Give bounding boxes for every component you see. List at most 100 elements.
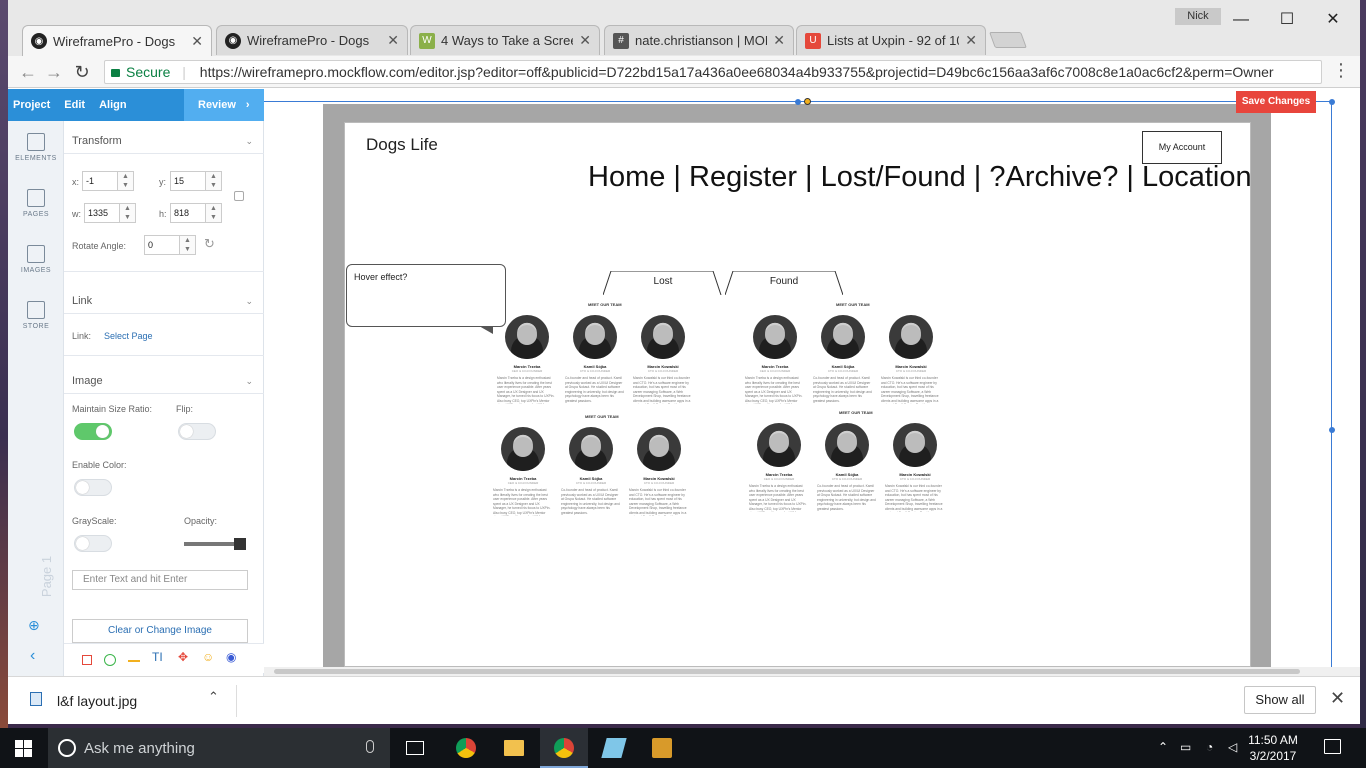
taskbar-chrome[interactable] [442,728,490,768]
y-stepper[interactable]: ▲ ▼ [206,171,222,191]
team-member[interactable]: Marcin Kowalski CTO & CO-FOUNDER Marcin Ko… [629,427,689,516]
move-icon[interactable]: ✥ [178,650,188,664]
flip-toggle[interactable] [178,423,216,440]
team-member[interactable]: Marcin Kowalski CTO & CO-FOUNDER Marcin Ko… [885,423,945,512]
team-member[interactable]: Kamil Sójka CTO & CO-FOUNDER Co-founder an… [813,315,873,404]
close-window-icon[interactable]: ✕ [1310,6,1356,34]
resize-handle[interactable] [1329,427,1335,433]
menu-edit[interactable]: Edit [64,99,85,111]
taskbar-snagit[interactable] [638,728,686,768]
close-tab-icon[interactable]: ✕ [965,32,977,49]
my-account-button[interactable]: My Account [1142,131,1222,164]
resize-handle[interactable] [795,99,801,105]
team-member[interactable]: Marcin Trzeba CEO & CO-FOUNDER Marcin Trze… [749,423,809,512]
team-member[interactable]: Marcin Trzeba CEO & CO-FOUNDER Marcin Trze… [497,315,557,404]
battery-icon[interactable]: ▭ [1180,740,1191,754]
maintain-ratio-toggle[interactable] [74,423,112,440]
opacity-slider-handle[interactable] [234,538,246,550]
wifi-icon[interactable]: ◔ [1206,740,1213,754]
action-center-icon[interactable] [1324,739,1341,754]
chrome-menu-icon[interactable]: ⋮ [1332,60,1350,81]
grayscale-toggle[interactable] [74,535,112,552]
browser-tab-2[interactable]: ◉ WireframePro - Dogs ✕ [216,25,408,55]
y-input[interactable]: 15 [170,171,206,191]
menu-project[interactable]: Project [13,99,50,111]
zoom-icon[interactable]: ⊕ [28,617,40,634]
site-title[interactable]: Dogs Life [366,135,438,155]
lock-ratio-icon[interactable] [234,191,244,201]
taskbar-file-explorer[interactable] [490,728,538,768]
profile-badge[interactable]: Nick [1175,8,1221,25]
minimize-icon[interactable]: — [1218,6,1264,34]
close-tab-icon[interactable]: ✕ [191,33,203,50]
sidebar-item-elements[interactable]: ELEMENTS [8,133,64,162]
taskbar-app[interactable] [590,728,638,768]
team-member[interactable]: Kamil Sójka CTO & CO-FOUNDER Co-founder an… [565,315,625,404]
cortana-search[interactable]: Ask me anything [48,728,390,768]
select-page-link[interactable]: Select Page [104,331,153,341]
site-nav[interactable]: Home | Register | Lost/Found | ?Archive?… [588,161,1252,194]
volume-icon[interactable]: ◁ [1228,740,1237,754]
rotate-handle[interactable] [804,98,811,105]
sidebar-item-images[interactable]: IMAGES [8,245,64,274]
show-all-button[interactable]: Show all [1244,686,1316,714]
close-tab-icon[interactable]: ✕ [773,32,785,49]
maximize-icon[interactable]: ☐ [1264,6,1310,34]
save-changes-button[interactable]: Save Changes [1236,91,1316,113]
horizontal-scrollbar[interactable] [264,667,1360,676]
found-tab[interactable]: Found [725,271,843,295]
width-input[interactable]: 1335 [84,203,120,223]
close-shelf-icon[interactable]: ✕ [1330,688,1345,709]
chevron-down-icon[interactable]: ⌄ [245,136,253,147]
chevron-down-icon[interactable]: ⌄ [245,376,253,387]
height-input[interactable]: 818 [170,203,206,223]
system-clock[interactable]: 11:50 AM 3/2/2017 [1240,732,1306,764]
chevron-up-tray-icon[interactable]: ⌃ [1158,740,1168,754]
clear-change-image-button[interactable]: Clear or Change Image [72,619,248,643]
browser-tab-3[interactable]: W 4 Ways to Take a Screens ✕ [410,25,600,55]
rotate-reset-icon[interactable]: ↻ [204,236,215,252]
task-view-button[interactable] [392,728,440,768]
menu-align[interactable]: Align [99,99,127,111]
chevron-down-icon[interactable]: ⌄ [245,296,253,307]
browser-tab-1[interactable]: ◉ WireframePro - Dogs ✕ [22,25,212,56]
chevron-up-icon[interactable]: ⌃ [208,689,219,705]
close-tab-icon[interactable]: ✕ [387,32,399,49]
height-stepper[interactable]: ▲ ▼ [206,203,222,223]
new-tab-button[interactable] [989,32,1027,48]
emoji-icon[interactable]: ☺ [202,650,214,664]
circle-icon[interactable] [104,654,116,666]
hover-callout[interactable]: Hover effect? [346,264,506,327]
lost-tab[interactable]: Lost [603,271,723,295]
close-tab-icon[interactable]: ✕ [579,32,591,49]
team-member[interactable]: Marcin Kowalski CTO & CO-FOUNDER Marcin Ko… [881,315,941,404]
browser-tab-5[interactable]: U Lists at Uxpin - 92 of 104 ✕ [796,25,986,55]
forward-arrow-icon[interactable]: → [42,60,66,84]
sidebar-item-pages[interactable]: PAGES [8,189,64,218]
taskbar-chrome-active[interactable] [540,728,588,768]
x-input[interactable]: -1 [82,171,118,191]
sidebar-item-store[interactable]: STORE [8,301,64,330]
windows-start-icon[interactable] [15,740,32,757]
enable-color-toggle[interactable] [74,479,112,496]
target-icon[interactable]: ◉ [226,650,236,664]
reload-icon[interactable]: ↻ [70,60,94,84]
team-member[interactable]: Marcin Kowalski CTO & CO-FOUNDER Marcin Ko… [633,315,693,404]
text-tool-icon[interactable]: TI [152,650,163,664]
rotate-stepper[interactable]: ▲ ▼ [180,235,196,255]
collapse-chevron-icon[interactable]: ‹ [30,647,35,665]
scrollbar-thumb[interactable] [274,669,1300,674]
image-text-input[interactable]: Enter Text and hit Enter [72,570,248,590]
address-bar[interactable]: Secure | https://wireframepro.mockflow.c… [104,60,1322,84]
team-member[interactable]: Kamil Sójka CTO & CO-FOUNDER Co-founder an… [561,427,621,516]
back-arrow-icon[interactable]: ← [16,60,40,84]
resize-handle[interactable] [1329,99,1335,105]
rectangle-icon[interactable] [82,655,92,665]
review-button[interactable]: Review › [184,89,264,121]
line-icon[interactable] [128,660,140,662]
width-stepper[interactable]: ▲ ▼ [120,203,136,223]
team-member[interactable]: Kamil Sójka CTO & CO-FOUNDER Co-founder an… [817,423,877,512]
team-member[interactable]: Marcin Trzeba CEO & CO-FOUNDER Marcin Trze… [745,315,805,404]
microphone-icon[interactable] [366,740,374,753]
browser-tab-4[interactable]: # nate.christianson | MONT ✕ [604,25,794,55]
